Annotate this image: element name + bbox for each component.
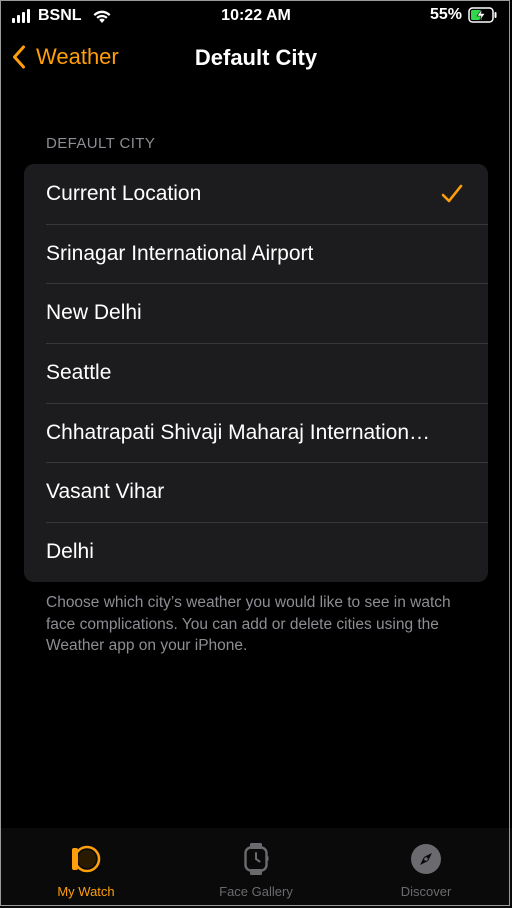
city-option-chhatrapati-shivaji-maharaj[interactable]: Chhatrapati Shivaji Maharaj Internation… bbox=[24, 402, 488, 463]
city-label: Delhi bbox=[46, 539, 94, 563]
compass-icon bbox=[409, 842, 443, 876]
city-label: Seattle bbox=[46, 360, 112, 384]
watch-face-icon bbox=[239, 842, 273, 876]
city-label: Vasant Vihar bbox=[46, 480, 165, 504]
tab-discover[interactable]: Discover bbox=[341, 828, 511, 908]
city-option-seattle[interactable]: Seattle bbox=[24, 343, 488, 403]
city-option-srinagar-international-airport[interactable]: Srinagar International Airport bbox=[24, 223, 488, 284]
tab-label: Face Gallery bbox=[219, 884, 293, 899]
section-header: DEFAULT CITY bbox=[46, 135, 156, 152]
footnote-text: Choose which city’s weather you would li… bbox=[46, 594, 451, 654]
tab-label: My Watch bbox=[57, 884, 115, 899]
city-label: New Delhi bbox=[46, 301, 142, 325]
city-option-new-delhi[interactable]: New Delhi bbox=[24, 283, 488, 343]
city-label: Srinagar International Airport bbox=[46, 241, 314, 265]
city-option-current-location[interactable]: Current Location bbox=[24, 164, 488, 224]
city-label: Current Location bbox=[46, 181, 202, 205]
tab-label: Discover bbox=[400, 884, 452, 899]
tab-bar: My Watch Face Gallery Discover bbox=[0, 828, 512, 908]
battery-percentage: 55% bbox=[429, 6, 462, 23]
watch-icon bbox=[69, 842, 103, 876]
city-option-delhi[interactable]: Delhi bbox=[24, 522, 488, 582]
navigation-bar: Weather Default City bbox=[0, 34, 512, 86]
checkmark-icon bbox=[441, 184, 463, 203]
city-option-vasant-vihar[interactable]: Vasant Vihar bbox=[24, 462, 488, 522]
tab-face-gallery[interactable]: Face Gallery bbox=[171, 828, 341, 908]
status-bar: BSNL 10:22 AM 55% bbox=[0, 0, 512, 34]
battery-charging-icon bbox=[468, 7, 497, 23]
status-right: 55% bbox=[430, 6, 498, 24]
page-title: Default City bbox=[0, 45, 512, 71]
page-title-text: Default City bbox=[194, 45, 318, 70]
city-list: Current Location Srinagar International … bbox=[24, 164, 488, 582]
city-label: Chhatrapati Shivaji Maharaj Internation… bbox=[46, 420, 431, 444]
tab-my-watch[interactable]: My Watch bbox=[1, 828, 171, 908]
